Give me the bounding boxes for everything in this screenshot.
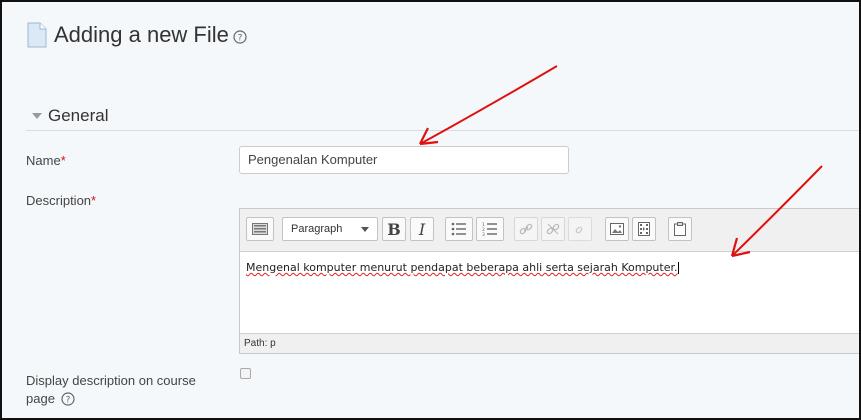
annotation-arrow-editor	[730, 165, 823, 258]
annotation-arrow-name	[419, 65, 558, 146]
page-frame: Adding a new File ? General Name* Pengen…	[0, 0, 861, 420]
annotation-arrows	[419, 65, 823, 258]
